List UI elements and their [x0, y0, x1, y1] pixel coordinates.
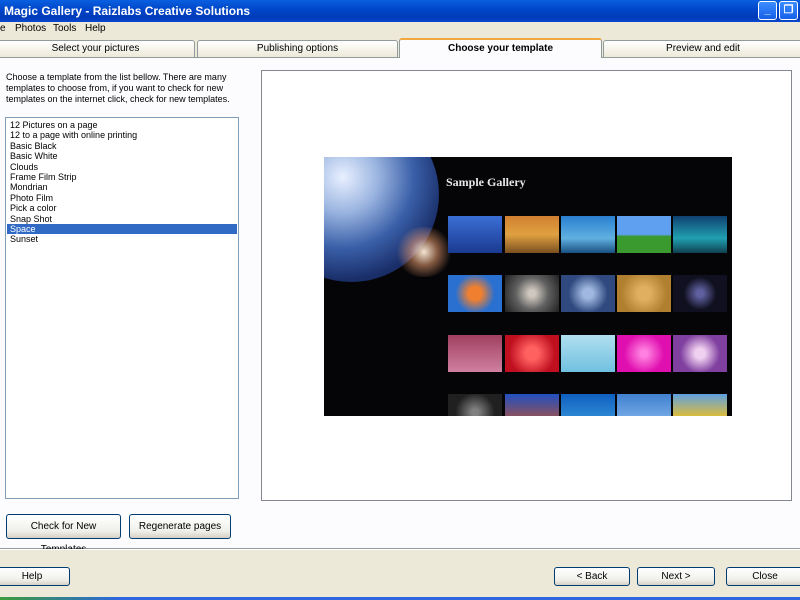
- window-title: Magic Gallery - Raizlabs Creative Soluti…: [4, 4, 251, 18]
- thumbnail: [561, 275, 615, 312]
- gallery-title: Sample Gallery: [446, 175, 526, 189]
- title-bar[interactable]: Magic Gallery - Raizlabs Creative Soluti…: [0, 0, 800, 22]
- tab-select-pictures[interactable]: Select your pictures: [0, 40, 195, 57]
- list-item[interactable]: Mondrian: [7, 182, 237, 192]
- maximize-button[interactable]: ❐: [779, 1, 798, 20]
- thumbnail: [561, 216, 615, 253]
- thumbnail: [673, 394, 727, 416]
- list-item[interactable]: Snap Shot: [7, 214, 237, 224]
- list-item[interactable]: Pick a color: [7, 203, 237, 213]
- menu-photos[interactable]: Photos: [15, 23, 46, 34]
- list-item-selected[interactable]: Space: [7, 224, 237, 235]
- thumbnail: [673, 275, 727, 312]
- tab-preview-edit[interactable]: Preview and edit: [603, 40, 800, 57]
- thumbnail: [561, 335, 615, 372]
- close-button[interactable]: Close: [726, 567, 800, 586]
- thumbnail: [673, 216, 727, 253]
- thumbnail: [505, 275, 559, 312]
- list-item[interactable]: Photo Film: [7, 193, 237, 203]
- wizard-tabs: Select your pictures Publishing options …: [0, 38, 800, 58]
- menu-tools[interactable]: Tools: [53, 23, 76, 34]
- thumbnail: [448, 275, 502, 312]
- list-item[interactable]: Frame Film Strip: [7, 172, 237, 182]
- thumbnail: [505, 335, 559, 372]
- thumbnail: [505, 394, 559, 416]
- thumbnail: [617, 335, 671, 372]
- check-new-templates-button[interactable]: Check for New Templates: [6, 514, 121, 555]
- sun-glow: [394, 227, 454, 277]
- menu-bar: e Photos Tools Help: [0, 22, 800, 38]
- list-item[interactable]: Basic White: [7, 151, 237, 161]
- thumbnail: [617, 394, 671, 416]
- next-button[interactable]: Next >: [637, 567, 715, 586]
- back-button[interactable]: < Back: [554, 567, 630, 586]
- template-list[interactable]: 12 Pictures on a page 12 to a page with …: [5, 117, 239, 499]
- thumbnail: [617, 275, 671, 312]
- thumbnail: [673, 335, 727, 372]
- menu-file[interactable]: e: [0, 23, 6, 34]
- thumbnail: [448, 216, 502, 253]
- list-item[interactable]: 12 to a page with online printing: [7, 130, 237, 140]
- help-button[interactable]: Help: [0, 567, 70, 586]
- tab-publishing-options[interactable]: Publishing options: [197, 40, 398, 57]
- thumbnail: [617, 216, 671, 253]
- thumbnail: [561, 394, 615, 416]
- minimize-button[interactable]: _: [758, 1, 777, 20]
- menu-help[interactable]: Help: [85, 23, 106, 34]
- list-item[interactable]: Clouds: [7, 162, 237, 172]
- thumbnail: [448, 394, 502, 416]
- list-item[interactable]: Basic Black: [7, 141, 237, 151]
- thumbnail: [505, 216, 559, 253]
- tab-choose-template[interactable]: Choose your template: [399, 38, 602, 58]
- sample-gallery-preview: Sample Gallery: [324, 157, 732, 416]
- list-item[interactable]: 12 Pictures on a page: [7, 120, 237, 130]
- regenerate-pages-button[interactable]: Regenerate pages: [129, 514, 231, 539]
- thumbnail: [448, 335, 502, 372]
- instructions-text: Choose a template from the list bellow. …: [6, 72, 230, 104]
- list-item[interactable]: Sunset: [7, 234, 237, 244]
